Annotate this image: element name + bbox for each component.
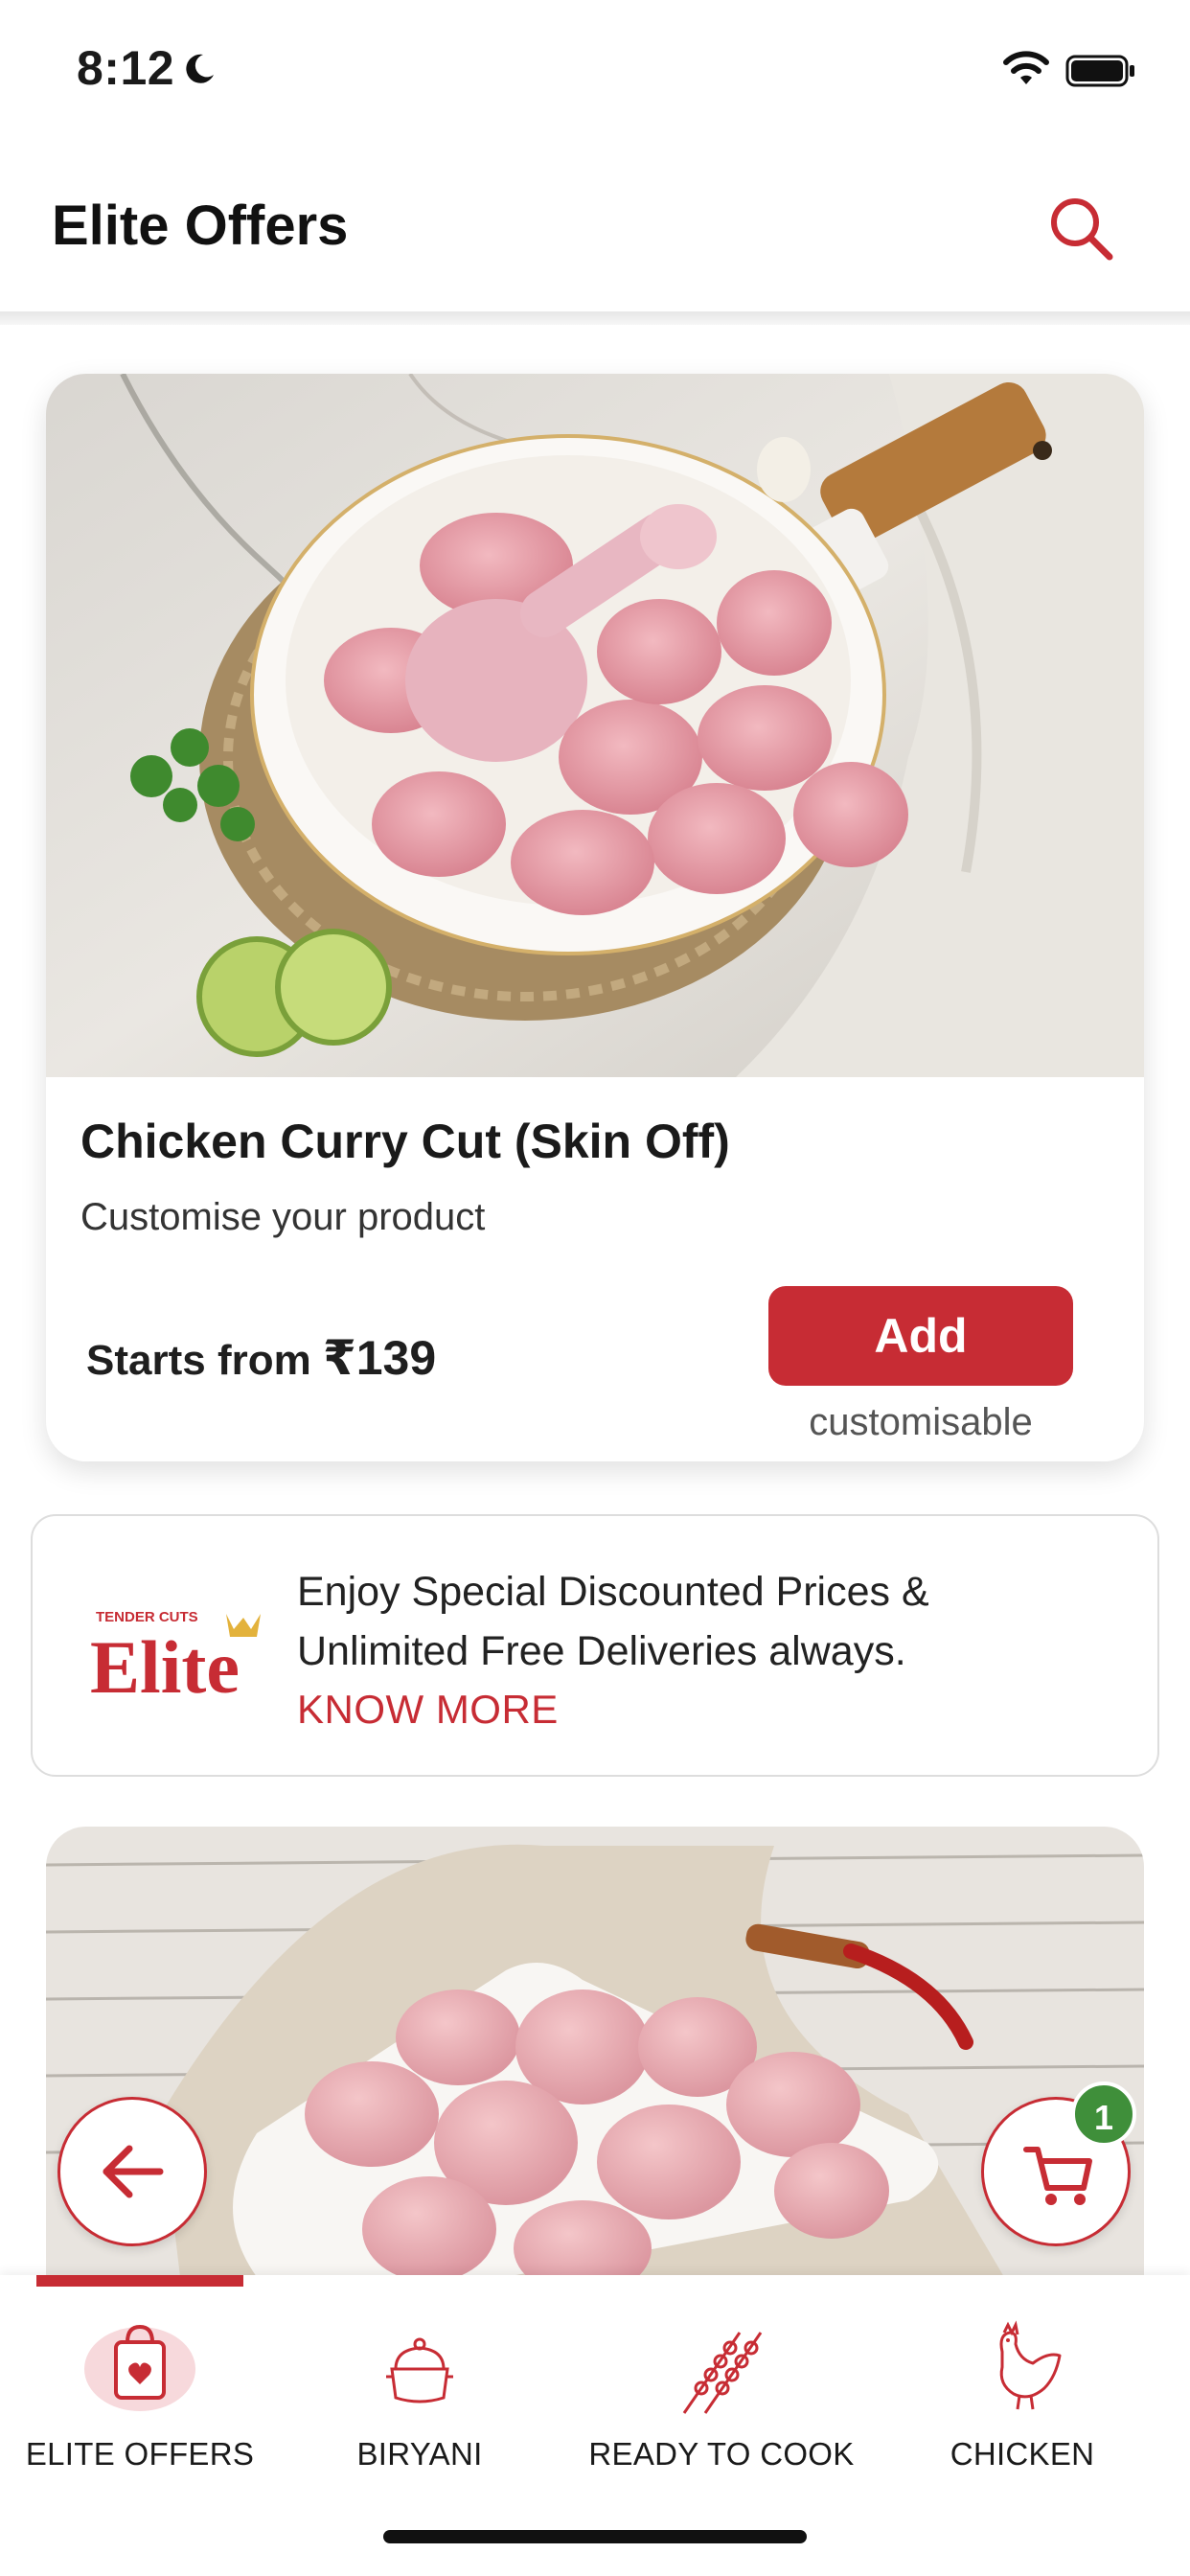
elite-logo: TENDER CUTS Elite: [90, 1609, 261, 1706]
price-prefix: Starts from: [86, 1337, 323, 1384]
elite-bag-icon: [84, 2324, 195, 2411]
arrow-left-icon: [103, 2145, 164, 2198]
tab-label-ready-to-cook: READY TO COOK: [588, 2436, 855, 2472]
know-more-link[interactable]: KNOW MORE: [297, 1687, 559, 1733]
tab-ready-to-cook[interactable]: READY TO COOK: [578, 2313, 865, 2486]
tab-label-biryani: BIRYANI: [356, 2436, 483, 2472]
price-amount: ₹139: [322, 1331, 437, 1385]
tab-label-chicken: CHICKEN: [950, 2436, 1095, 2472]
page-title: Elite Offers: [52, 195, 349, 257]
back-button[interactable]: [57, 2097, 207, 2246]
tab-chicken[interactable]: CHICKEN: [879, 2313, 1166, 2486]
svg-text:Elite: Elite: [90, 1625, 240, 1706]
elite-banner[interactable]: TENDER CUTS Elite Enjoy Special Discount…: [31, 1514, 1159, 1777]
tab-label-elite-offers: ELITE OFFERS: [25, 2436, 255, 2472]
product-card[interactable]: Chicken Curry Cut (Skin Off) Customise y…: [46, 374, 1144, 1461]
cart-count-badge: 1: [1071, 2082, 1136, 2147]
home-indicator: [383, 2530, 807, 2543]
elite-line-2: Unlimited Free Deliveries always.: [297, 1628, 906, 1674]
active-tab-indicator: [36, 2275, 243, 2287]
elite-description: Enjoy Special Discounted Prices & Unlimi…: [297, 1562, 1131, 1681]
wifi-icon: [1003, 51, 1049, 84]
product-price: Starts from ₹139: [86, 1330, 436, 1386]
elite-line-1: Enjoy Special Discounted Prices &: [297, 1569, 929, 1615]
chicken-icon: [999, 2320, 1062, 2410]
battery-icon: [1065, 55, 1134, 87]
status-time: 8:12: [77, 41, 175, 95]
biryani-pot-icon: [386, 2337, 453, 2404]
add-button[interactable]: Add: [768, 1286, 1073, 1386]
header-divider: [0, 311, 1190, 325]
product-card-2[interactable]: [46, 1827, 1144, 2277]
product-image: [46, 374, 1144, 1077]
product-subtitle: Customise your product: [80, 1196, 486, 1238]
moon-icon: [186, 54, 214, 83]
skewers-icon: [682, 2332, 763, 2414]
svg-text:TENDER CUTS: TENDER CUTS: [96, 1609, 198, 1625]
app-header: Elite Offers: [0, 144, 1190, 314]
status-bar: 8:12: [0, 0, 1190, 144]
tab-elite-offers[interactable]: ELITE OFFERS: [0, 2313, 284, 2486]
search-icon[interactable]: [1044, 192, 1117, 264]
product-image-2: [46, 1827, 1144, 2277]
tab-biryani[interactable]: BIRYANI: [276, 2313, 563, 2486]
customisable-note: customisable: [809, 1401, 1033, 1443]
product-title: Chicken Curry Cut (Skin Off): [80, 1115, 730, 1168]
